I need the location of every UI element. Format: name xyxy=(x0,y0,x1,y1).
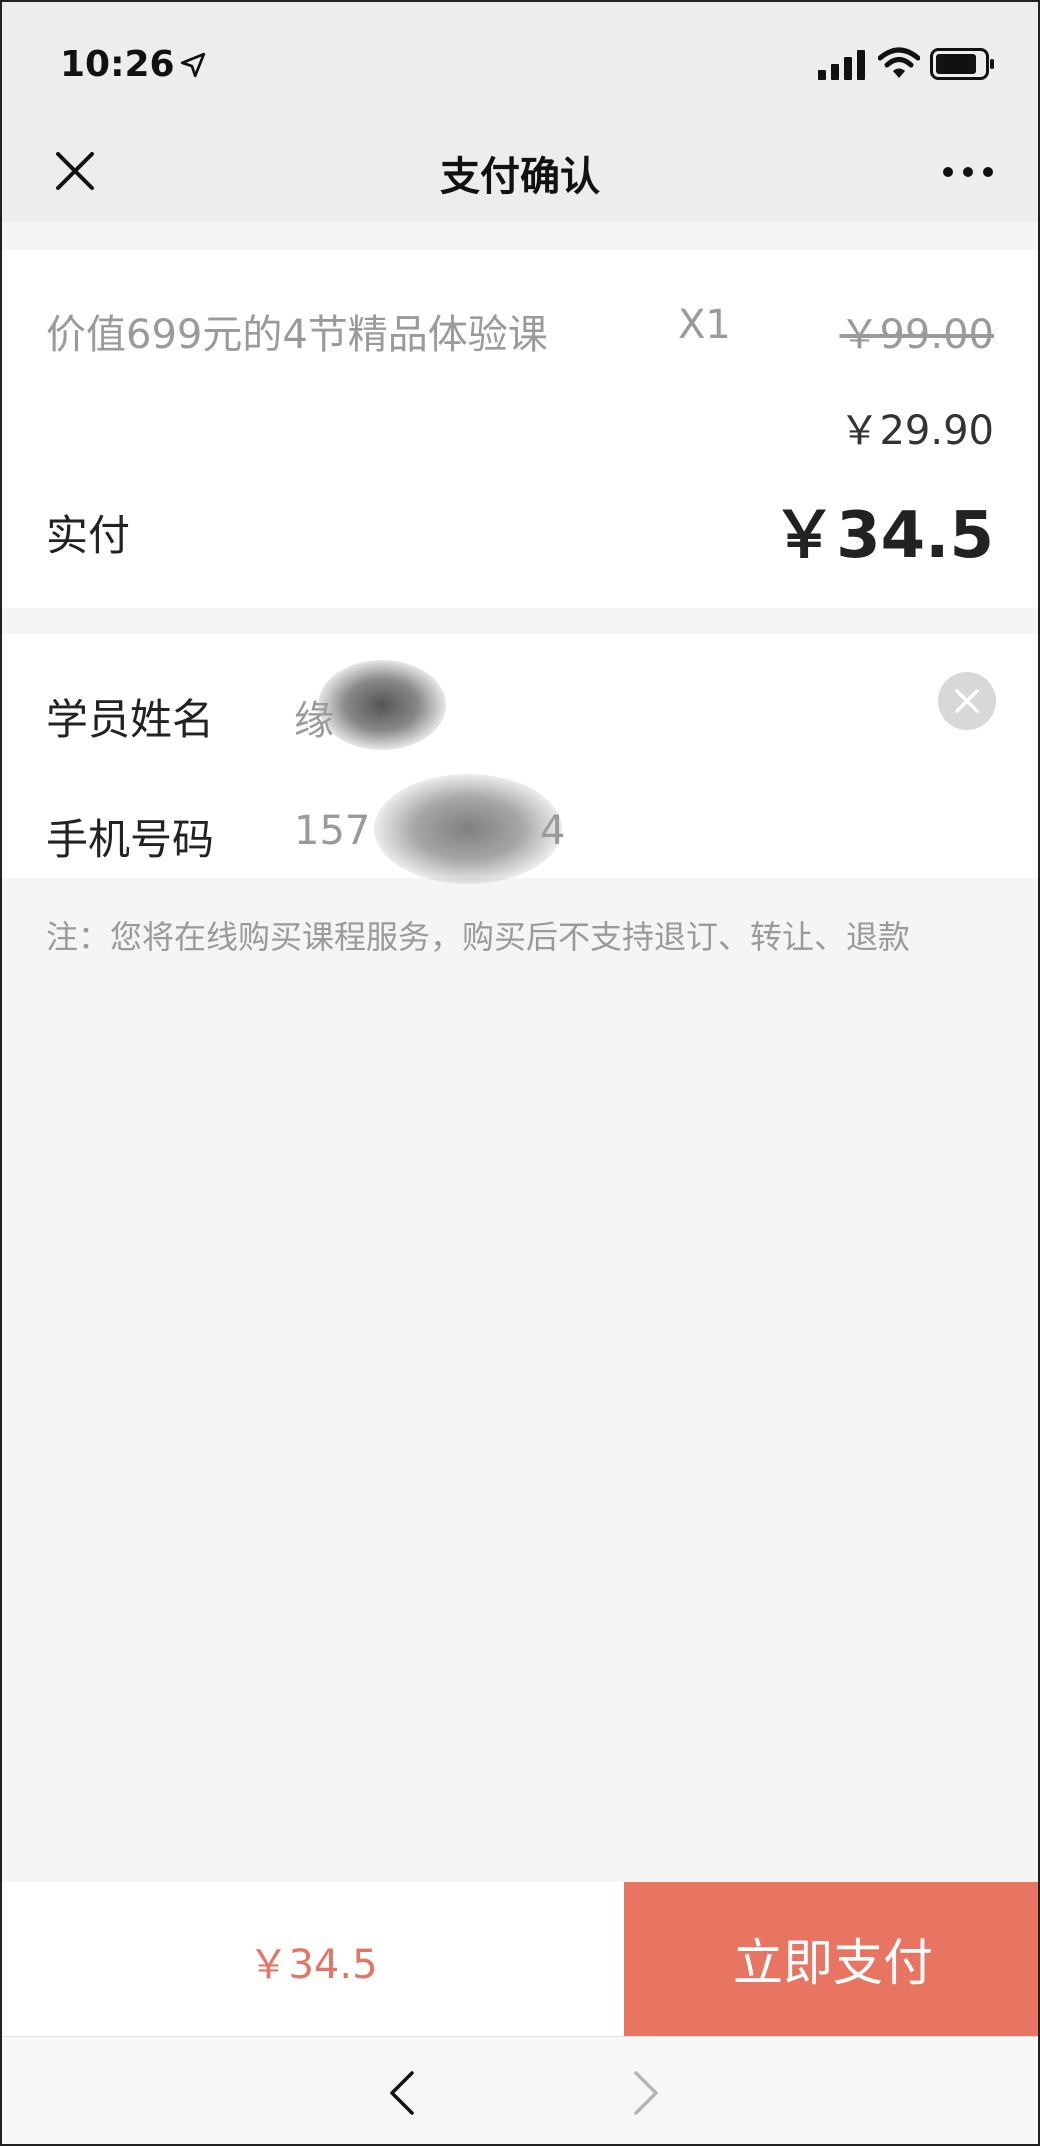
clear-icon xyxy=(955,689,979,713)
wifi-icon xyxy=(878,47,920,78)
purchase-note: 注：您将在线购买课程服务，购买后不支持退订、转让、退款 xyxy=(46,918,911,956)
payment-confirm-screen: 10:26 支付确认 价值699元的4节精品体验课 X1 ￥99.00 ￥29.… xyxy=(0,0,1040,2146)
pay-total: ￥34.5 xyxy=(248,1942,378,1988)
student-info-form: 学员姓名 缘 手机号码 157 4 xyxy=(2,634,1038,884)
battery-icon xyxy=(930,48,994,80)
location-arrow-icon xyxy=(180,52,206,78)
course-quantity: X1 xyxy=(678,302,731,348)
forward-arrow-icon[interactable] xyxy=(626,2069,666,2117)
redaction-blur xyxy=(374,774,562,884)
paid-amount: ￥34.5 xyxy=(772,499,994,573)
course-name: 价值699元的4节精品体验课 xyxy=(46,312,548,358)
pay-bar: ￥34.5 立即支付 xyxy=(2,1882,1038,2036)
order-summary: 价值699元的4节精品体验课 X1 ￥99.00 ￥29.90 实付 ￥34.5 xyxy=(2,250,1038,608)
status-bar: 10:26 xyxy=(2,2,1038,122)
phone-prefix[interactable]: 157 xyxy=(294,808,370,854)
back-arrow-icon[interactable] xyxy=(382,2069,422,2117)
status-time: 10:26 xyxy=(60,44,175,85)
browser-nav-bar xyxy=(2,2036,1038,2144)
redaction-blur xyxy=(318,660,446,750)
discount-price: ￥29.90 xyxy=(839,408,994,454)
paid-label: 实付 xyxy=(46,511,131,560)
student-name-label: 学员姓名 xyxy=(46,695,215,744)
pay-now-button[interactable]: 立即支付 xyxy=(624,1882,1038,2036)
original-price: ￥99.00 xyxy=(839,312,994,358)
phone-suffix: 4 xyxy=(540,808,566,854)
signal-icon xyxy=(818,50,865,80)
nav-bar: 支付确认 xyxy=(2,122,1038,222)
more-icon[interactable] xyxy=(940,162,996,182)
page-title: 支付确认 xyxy=(440,154,600,200)
phone-label: 手机号码 xyxy=(46,815,215,864)
clear-name-button[interactable] xyxy=(938,672,996,730)
